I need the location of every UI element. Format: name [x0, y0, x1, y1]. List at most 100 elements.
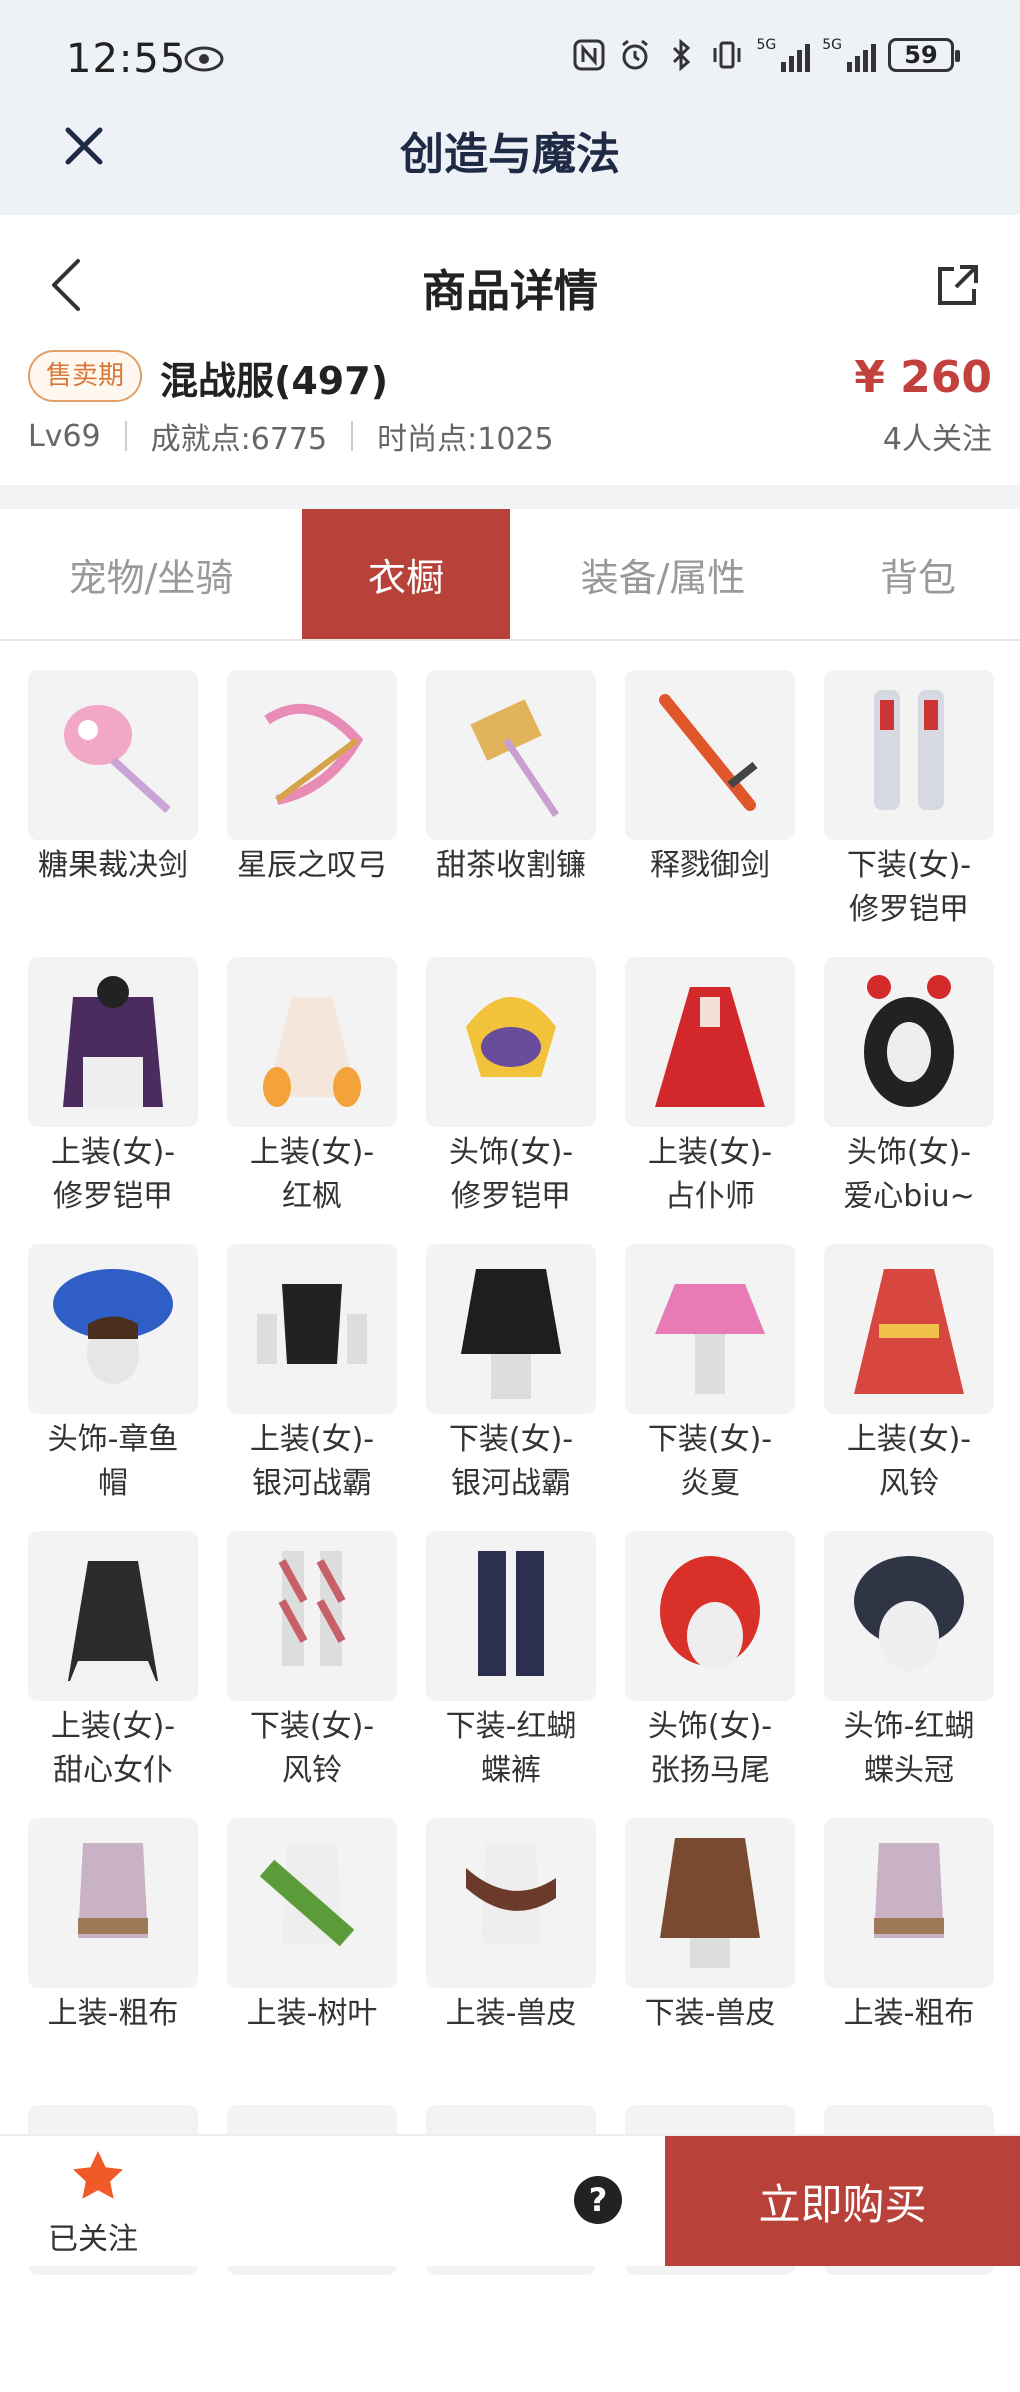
black-top-icon [257, 1284, 367, 1364]
battery-icon: 59 [888, 38, 960, 72]
item-label: 下装(女)- 炎夏 [647, 1422, 773, 1501]
status-time: 12:55 [66, 36, 187, 82]
armor-top-icon [63, 976, 163, 1107]
item-label: 头饰-章鱼 帽 [47, 1422, 179, 1501]
wardrobe-item[interactable]: 下装(女)- 炎夏 [625, 1244, 795, 1531]
nfc-icon [573, 39, 605, 71]
wardrobe-item[interactable]: 释戮御剑 [625, 670, 795, 957]
helmet-icon [466, 997, 556, 1077]
star-icon[interactable] [70, 2148, 126, 2204]
help-icon[interactable]: ? [574, 2176, 622, 2224]
item-label: 上装(女)- 风铃 [846, 1422, 972, 1501]
vibrate-icon [713, 41, 741, 69]
alarm-icon [622, 39, 649, 70]
tab-backpack[interactable]: 背包 [816, 509, 1020, 639]
maid-icon [68, 1561, 158, 1681]
item-label: 甜茶收割镰 [436, 848, 586, 883]
sword-icon [659, 694, 758, 811]
item-thumbnail [28, 1818, 198, 1988]
red-dress-icon [655, 987, 765, 1107]
wardrobe-item[interactable]: 头饰(女)- 修罗铠甲 [426, 957, 596, 1244]
wardrobe-item[interactable]: 下装(女)- 风铃 [227, 1531, 397, 1818]
item-thumbnail [426, 1531, 596, 1701]
item-label: 下装-兽皮 [644, 1996, 776, 2031]
item-thumbnail [28, 957, 198, 1127]
wardrobe-item[interactable]: 上装-粗布 [824, 1818, 994, 2105]
tab-equipment[interactable]: 装备/属性 [510, 509, 816, 639]
item-thumbnail [824, 1531, 994, 1701]
wardrobe-item[interactable]: 上装(女)- 修罗铠甲 [28, 957, 198, 1244]
bow-icon [264, 703, 364, 805]
followers-count: 4人关注 [882, 422, 992, 457]
wardrobe-item[interactable]: 头饰(女)- 爱心biu~ [824, 957, 994, 1244]
app-header: 创造与魔法 [0, 100, 1020, 215]
item-thumbnail [426, 1244, 596, 1414]
item-thumbnail [824, 1818, 994, 1988]
eye-icon [184, 46, 224, 72]
bottom-bar: 已关注 ? 立即购买 [0, 2134, 1020, 2266]
wardrobe-item[interactable]: 上装(女)- 红枫 [227, 957, 397, 1244]
dark-hair-icon [854, 1556, 964, 1671]
legs-icon [278, 1551, 346, 1666]
item-thumbnail [625, 1818, 795, 1988]
share-icon[interactable] [934, 263, 980, 309]
wardrobe-item[interactable]: 头饰(女)- 张扬马尾 [625, 1531, 795, 1818]
wardrobe-item[interactable]: 头饰-红蝴 蝶头冠 [824, 1531, 994, 1818]
item-thumbnail [426, 1818, 596, 1988]
wardrobe-item[interactable]: 甜茶收割镰 [426, 670, 596, 957]
item-label: 下装(女)- 修罗铠甲 [846, 848, 972, 927]
leaf-top-icon [259, 1843, 355, 1947]
buy-now-button[interactable]: 立即购买 [665, 2136, 1020, 2266]
item-thumbnail [28, 670, 198, 840]
fashion-text: 时尚点:1025 [377, 422, 554, 457]
item-thumbnail [227, 1531, 397, 1701]
red-hair-icon [660, 1556, 760, 1670]
section-divider [0, 485, 1020, 509]
wardrobe-item[interactable]: 下装(女)- 银河战霸 [426, 1244, 596, 1531]
wardrobe-item[interactable]: 糖果裁决剑 [28, 670, 198, 957]
item-label: 头饰(女)- 张扬马尾 [647, 1709, 773, 1788]
item-label: 下装(女)- 风铃 [249, 1709, 375, 1788]
wardrobe-item[interactable]: 头饰-章鱼 帽 [28, 1244, 198, 1531]
item-label: 上装-兽皮 [445, 1996, 577, 2031]
wardrobe-item[interactable]: 上装(女)- 占仆师 [625, 957, 795, 1244]
hide-skirt-icon [660, 1838, 760, 1968]
wardrobe-item[interactable]: 下装-兽皮 [625, 1818, 795, 2105]
wardrobe-item[interactable]: 下装(女)- 修罗铠甲 [824, 670, 994, 957]
app-title: 创造与魔法 [400, 129, 620, 180]
level-text: Lv69 [28, 418, 101, 454]
bluetooth-icon [673, 38, 691, 72]
wardrobe-item[interactable]: 星辰之叹弓 [227, 670, 397, 957]
wardrobe-item[interactable]: 上装-粗布 [28, 1818, 198, 2105]
item-thumbnail [227, 1818, 397, 1988]
wardrobe-item[interactable]: 上装(女)- 风铃 [824, 1244, 994, 1531]
boots-icon [874, 690, 944, 810]
divider [351, 421, 354, 451]
cloth-top-icon [874, 1843, 944, 1938]
wardrobe-item[interactable]: 上装-兽皮 [426, 1818, 596, 2105]
item-thumbnail [625, 1531, 795, 1701]
pants-icon [478, 1551, 544, 1676]
signal-5g-icon-2: 5G [822, 38, 876, 72]
item-label: 头饰(女)- 修罗铠甲 [448, 1135, 574, 1214]
item-label: 上装(女)- 甜心女仆 [50, 1709, 176, 1788]
black-skirt-icon [461, 1269, 561, 1399]
tab-bar: 宠物/坐骑 衣橱 装备/属性 背包 [0, 509, 1020, 641]
status-icons: 5G 5G 59 [572, 38, 960, 72]
hide-top-icon [466, 1843, 556, 1943]
tab-wardrobe[interactable]: 衣橱 [302, 509, 510, 639]
kimono-icon [854, 1269, 964, 1394]
wardrobe-item[interactable]: 上装-树叶 [227, 1818, 397, 2105]
item-label: 上装-树叶 [246, 1996, 378, 2031]
tab-pets-mounts[interactable]: 宠物/坐骑 [0, 509, 302, 639]
dress-icon [263, 997, 361, 1107]
wardrobe-item[interactable]: 上装(女)- 银河战霸 [227, 1244, 397, 1531]
item-thumbnail [824, 957, 994, 1127]
followed-label[interactable]: 已关注 [48, 2214, 138, 2258]
item-thumbnail [28, 1244, 198, 1414]
wardrobe-item[interactable]: 上装(女)- 甜心女仆 [28, 1531, 198, 1818]
wardrobe-item[interactable]: 下装-红蝴 蝶裤 [426, 1531, 596, 1818]
item-label: 下装(女)- 银河战霸 [448, 1422, 574, 1501]
octopus-hat-icon [53, 1269, 173, 1384]
item-label: 上装(女)- 修罗铠甲 [50, 1135, 176, 1214]
